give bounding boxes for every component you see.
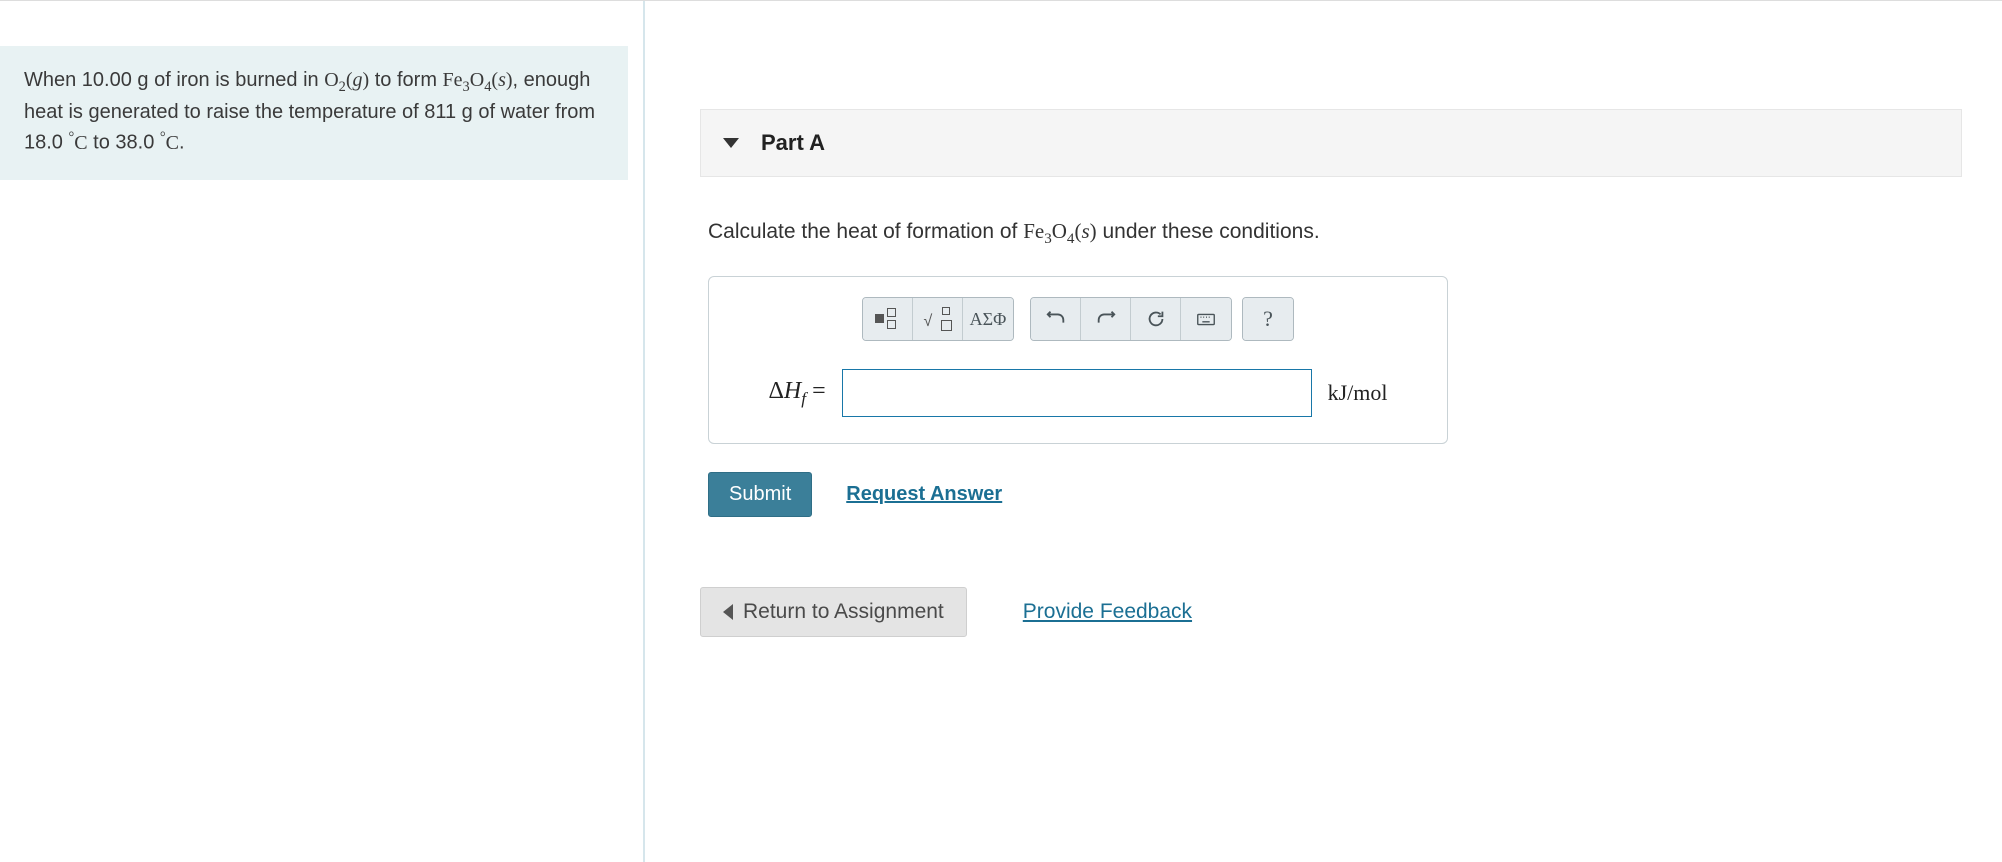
templates-icon [875,308,901,330]
answer-input[interactable] [842,369,1312,417]
feedback-link[interactable]: Provide Feedback [1023,600,1192,624]
tool-group-help: ? [1242,297,1294,341]
reset-icon [1145,308,1167,330]
tool-group-history [1030,297,1232,341]
answer-pane: Part A Calculate the heat of formation o… [645,1,2002,862]
chem-fe3o4: Fe3O4(s) [1023,219,1096,243]
math-button[interactable]: √ [913,298,963,340]
answer-input-row: ΔHf = kJ/mol [709,369,1447,417]
footer-actions: Return to Assignment Provide Feedback [700,587,1962,637]
redo-icon [1095,308,1117,330]
part-title: Part A [761,130,825,156]
keyboard-icon [1195,308,1217,330]
problem-statement: When 10.00 g of iron is burned in O2(g) … [0,46,628,180]
question-text: Calculate the heat of formation of Fe3O4… [708,219,1962,248]
problem-text: When 10.00 g of iron is burned in [24,69,324,91]
templates-button[interactable] [863,298,913,340]
answer-actions: Submit Request Answer [708,472,1962,517]
answer-box: √ ΑΣΦ [708,276,1448,444]
undo-icon [1045,308,1067,330]
problem-text: . [179,132,185,154]
problem-text: to 38.0 [88,132,160,154]
reset-button[interactable] [1131,298,1181,340]
answer-units: kJ/mol [1328,380,1388,406]
keyboard-button[interactable] [1181,298,1231,340]
return-label: Return to Assignment [743,600,944,624]
equation-toolbar: √ ΑΣΦ [709,297,1447,341]
redo-button[interactable] [1081,298,1131,340]
request-answer-link[interactable]: Request Answer [846,483,1002,506]
chevron-left-icon [723,604,733,620]
chem-fe3o4: Fe3O4(s) [443,69,513,91]
problem-pane: When 10.00 g of iron is burned in O2(g) … [0,1,645,862]
caret-down-icon [723,138,739,148]
problem-text: to form [369,69,442,91]
assignment-page: When 10.00 g of iron is burned in O2(g) … [0,0,2002,862]
part-header[interactable]: Part A [700,109,1962,177]
answer-lhs: ΔHf = [768,378,825,409]
return-button[interactable]: Return to Assignment [700,587,967,637]
tool-group-format: √ ΑΣΦ [862,297,1014,341]
chem-o2: O2(g) [324,69,369,91]
submit-button[interactable]: Submit [708,472,812,517]
math-icon: √ [924,307,952,331]
help-icon: ? [1263,306,1273,332]
greek-icon: ΑΣΦ [970,309,1007,330]
temp2: °C [160,132,179,154]
temp1: °C [68,132,87,154]
undo-button[interactable] [1031,298,1081,340]
help-button[interactable]: ? [1243,298,1293,340]
greek-button[interactable]: ΑΣΦ [963,298,1013,340]
